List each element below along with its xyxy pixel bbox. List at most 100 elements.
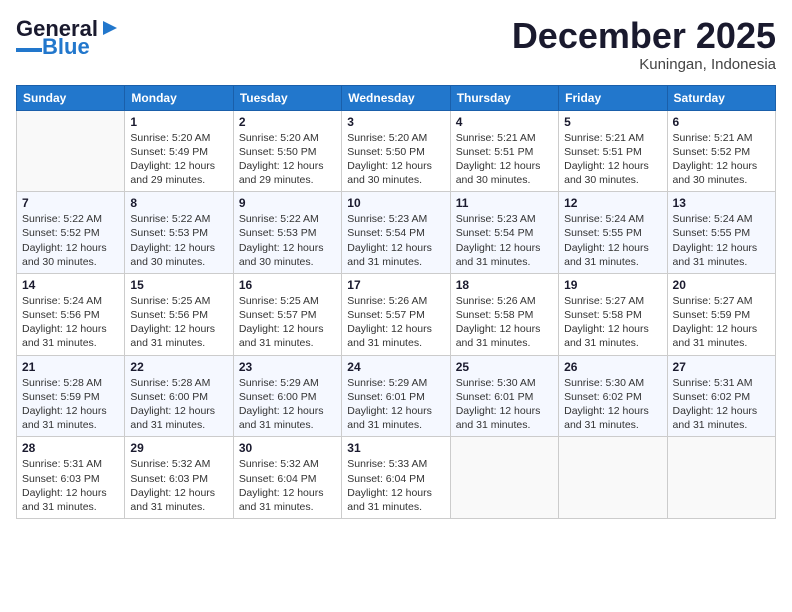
calendar-header-row: Sunday Monday Tuesday Wednesday Thursday… (17, 85, 776, 110)
day-info: Sunrise: 5:21 AM Sunset: 5:51 PM Dayligh… (564, 131, 661, 188)
table-row: 25Sunrise: 5:30 AM Sunset: 6:01 PM Dayli… (450, 355, 558, 437)
day-info: Sunrise: 5:24 AM Sunset: 5:55 PM Dayligh… (673, 212, 770, 269)
col-friday: Friday (559, 85, 667, 110)
col-wednesday: Wednesday (342, 85, 450, 110)
day-number: 19 (564, 278, 661, 292)
table-row: 11 Sunrise: 5:23 AM Sunset: 5:54 PM Dayli… (450, 192, 558, 274)
table-row: 16 Sunrise: 5:25 AM Sunset: 5:57 PM Dayli… (233, 273, 341, 355)
day-number: 16 (239, 278, 336, 292)
table-row: 14 Sunrise: 5:24 AM Sunset: 5:56 PM Dayli… (17, 273, 125, 355)
day-info: Sunrise: 5:29 AM Sunset: 6:00 PM Dayligh… (239, 376, 336, 433)
day-info: Sunrise: 5:24 AM Sunset: 5:56 PM Dayligh… (22, 294, 119, 351)
table-row: 20 Sunrise: 5:27 AM Sunset: 5:59 PM Dayli… (667, 273, 775, 355)
day-info: Sunrise: 5:31 AM Sunset: 6:02 PM Dayligh… (673, 376, 770, 433)
day-number: 30 (239, 441, 336, 455)
table-row (450, 437, 558, 519)
table-row: 8 Sunrise: 5:22 AM Sunset: 5:53 PM Daylig… (125, 192, 233, 274)
day-number: 6 (673, 115, 770, 129)
table-row: 22 Sunrise: 5:28 AM Sunset: 6:00 PM Dayli… (125, 355, 233, 437)
day-info: Sunrise: 5:33 AM Sunset: 6:04 PM Dayligh… (347, 457, 444, 514)
day-number: 31 (347, 441, 444, 455)
table-row: 24Sunrise: 5:29 AM Sunset: 6:01 PM Dayli… (342, 355, 450, 437)
table-row: 6 Sunrise: 5:21 AM Sunset: 5:52 PM Daylig… (667, 110, 775, 192)
day-info: Sunrise: 5:30 AM Sunset: 6:01 PM Dayligh… (456, 376, 553, 433)
day-number: 14 (22, 278, 119, 292)
col-thursday: Thursday (450, 85, 558, 110)
table-row: 26 Sunrise: 5:30 AM Sunset: 6:02 PM Dayli… (559, 355, 667, 437)
day-number: 3 (347, 115, 444, 129)
table-row: 7 Sunrise: 5:22 AM Sunset: 5:52 PM Daylig… (17, 192, 125, 274)
calendar-week-row: 1 Sunrise: 5:20 AM Sunset: 5:49 PM Daylig… (17, 110, 776, 192)
day-number: 20 (673, 278, 770, 292)
day-number: 8 (130, 196, 227, 210)
location: Kuningan, Indonesia (512, 56, 776, 73)
table-row: 19 Sunrise: 5:27 AM Sunset: 5:58 PM Dayli… (559, 273, 667, 355)
day-info: Sunrise: 5:26 AM Sunset: 5:58 PM Dayligh… (456, 294, 553, 351)
day-info: Sunrise: 5:26 AM Sunset: 5:57 PM Dayligh… (347, 294, 444, 351)
day-info: Sunrise: 5:25 AM Sunset: 5:57 PM Dayligh… (239, 294, 336, 351)
table-row (559, 437, 667, 519)
day-info: Sunrise: 5:29 AM Sunset: 6:01 PM Dayligh… (347, 376, 444, 433)
day-number: 18 (456, 278, 553, 292)
table-row: 2 Sunrise: 5:20 AM Sunset: 5:50 PM Daylig… (233, 110, 341, 192)
page-header: General Blue December 2025 Kuningan, Ind… (16, 16, 776, 73)
day-info: Sunrise: 5:32 AM Sunset: 6:04 PM Dayligh… (239, 457, 336, 514)
calendar-week-row: 28Sunrise: 5:31 AM Sunset: 6:03 PM Dayli… (17, 437, 776, 519)
day-number: 29 (130, 441, 227, 455)
day-info: Sunrise: 5:27 AM Sunset: 5:59 PM Dayligh… (673, 294, 770, 351)
calendar-table: Sunday Monday Tuesday Wednesday Thursday… (16, 85, 776, 519)
day-info: Sunrise: 5:28 AM Sunset: 6:00 PM Dayligh… (130, 376, 227, 433)
day-info: Sunrise: 5:27 AM Sunset: 5:58 PM Dayligh… (564, 294, 661, 351)
logo-blue: Blue (42, 36, 90, 58)
day-number: 10 (347, 196, 444, 210)
day-number: 17 (347, 278, 444, 292)
title-area: December 2025 Kuningan, Indonesia (512, 16, 776, 73)
day-info: Sunrise: 5:20 AM Sunset: 5:49 PM Dayligh… (130, 131, 227, 188)
day-number: 9 (239, 196, 336, 210)
day-info: Sunrise: 5:20 AM Sunset: 5:50 PM Dayligh… (347, 131, 444, 188)
logo: General Blue (16, 16, 121, 58)
day-number: 27 (673, 360, 770, 374)
day-info: Sunrise: 5:22 AM Sunset: 5:53 PM Dayligh… (130, 212, 227, 269)
day-number: 13 (673, 196, 770, 210)
day-info: Sunrise: 5:24 AM Sunset: 5:55 PM Dayligh… (564, 212, 661, 269)
day-number: 2 (239, 115, 336, 129)
day-number: 22 (130, 360, 227, 374)
day-info: Sunrise: 5:23 AM Sunset: 5:54 PM Dayligh… (456, 212, 553, 269)
table-row: 27 Sunrise: 5:31 AM Sunset: 6:02 PM Dayli… (667, 355, 775, 437)
day-info: Sunrise: 5:22 AM Sunset: 5:52 PM Dayligh… (22, 212, 119, 269)
day-info: Sunrise: 5:22 AM Sunset: 5:53 PM Dayligh… (239, 212, 336, 269)
calendar-week-row: 14 Sunrise: 5:24 AM Sunset: 5:56 PM Dayli… (17, 273, 776, 355)
day-number: 21 (22, 360, 119, 374)
day-info: Sunrise: 5:21 AM Sunset: 5:52 PM Dayligh… (673, 131, 770, 188)
day-info: Sunrise: 5:30 AM Sunset: 6:02 PM Dayligh… (564, 376, 661, 433)
day-number: 26 (564, 360, 661, 374)
col-sunday: Sunday (17, 85, 125, 110)
day-number: 12 (564, 196, 661, 210)
day-number: 1 (130, 115, 227, 129)
table-row: 10 Sunrise: 5:23 AM Sunset: 5:54 PM Dayli… (342, 192, 450, 274)
table-row: 15 Sunrise: 5:25 AM Sunset: 5:56 PM Dayli… (125, 273, 233, 355)
day-number: 15 (130, 278, 227, 292)
table-row: 31 Sunrise: 5:33 AM Sunset: 6:04 PM Dayli… (342, 437, 450, 519)
col-saturday: Saturday (667, 85, 775, 110)
table-row: 3 Sunrise: 5:20 AM Sunset: 5:50 PM Daylig… (342, 110, 450, 192)
day-number: 4 (456, 115, 553, 129)
table-row: 17 Sunrise: 5:26 AM Sunset: 5:57 PM Dayli… (342, 273, 450, 355)
day-info: Sunrise: 5:25 AM Sunset: 5:56 PM Dayligh… (130, 294, 227, 351)
table-row: 28Sunrise: 5:31 AM Sunset: 6:03 PM Dayli… (17, 437, 125, 519)
col-tuesday: Tuesday (233, 85, 341, 110)
day-number: 23 (239, 360, 336, 374)
day-info: Sunrise: 5:20 AM Sunset: 5:50 PM Dayligh… (239, 131, 336, 188)
month-title: December 2025 (512, 16, 776, 56)
table-row: 21Sunrise: 5:28 AM Sunset: 5:59 PM Dayli… (17, 355, 125, 437)
day-number: 11 (456, 196, 553, 210)
day-number: 7 (22, 196, 119, 210)
table-row (667, 437, 775, 519)
day-info: Sunrise: 5:23 AM Sunset: 5:54 PM Dayligh… (347, 212, 444, 269)
col-monday: Monday (125, 85, 233, 110)
table-row: 30 Sunrise: 5:32 AM Sunset: 6:04 PM Dayli… (233, 437, 341, 519)
day-info: Sunrise: 5:21 AM Sunset: 5:51 PM Dayligh… (456, 131, 553, 188)
day-number: 28 (22, 441, 119, 455)
calendar-week-row: 7 Sunrise: 5:22 AM Sunset: 5:52 PM Daylig… (17, 192, 776, 274)
